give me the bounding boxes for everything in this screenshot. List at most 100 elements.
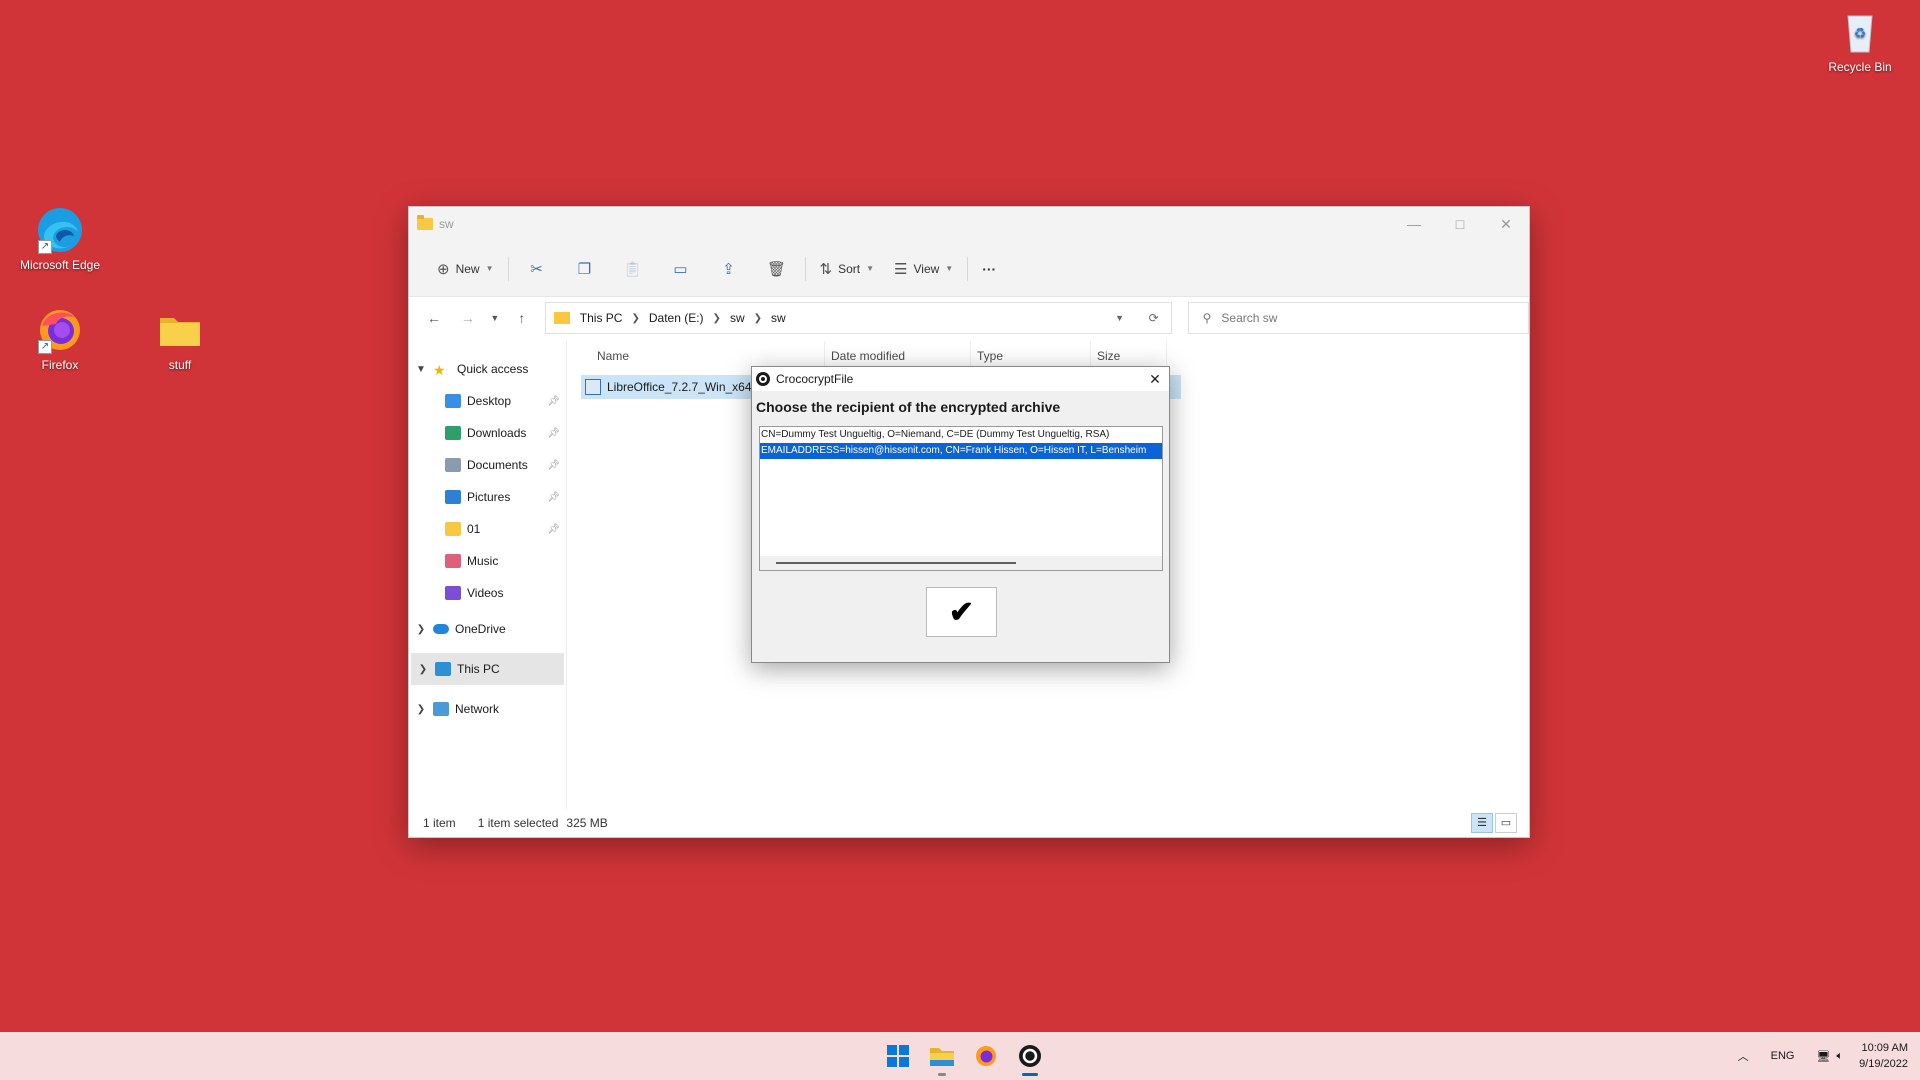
desktop-icon-firefox[interactable]: ↗ Firefox — [10, 306, 110, 372]
scrollbar-thumb[interactable] — [776, 562, 1016, 564]
item-count: 1 item — [423, 816, 456, 830]
breadcrumb-this-pc[interactable]: This PC — [580, 311, 623, 325]
chevron-right-icon[interactable]: ❯ — [713, 313, 721, 324]
taskbar: ︿ ENG 🖥︎ 🔈︎ 10:09 AM 9/19/2022 — [0, 1032, 1920, 1080]
input-language[interactable]: ENG — [1771, 1050, 1795, 1062]
running-indicator-active — [1022, 1073, 1038, 1076]
search-placeholder: Search sw — [1221, 311, 1278, 325]
command-bar: ⊕ New ▼ ✂ ❐ 📋︎ ▭ ⇪ 🗑︎ ⇅ Sort ▼ ☰ View ▼ … — [409, 241, 1529, 297]
clock[interactable]: 10:09 AM 9/19/2022 — [1859, 1040, 1908, 1072]
sidebar-item-01[interactable]: 01 📌︎ — [409, 513, 566, 545]
chevron-down-icon[interactable]: ▼ — [409, 364, 433, 375]
breadcrumb-folder[interactable]: sw — [730, 311, 745, 325]
paste-button[interactable]: 📋︎ — [609, 260, 657, 278]
dialog-title: CrococryptFile — [776, 372, 854, 386]
crococrypt-logo-icon — [1019, 1045, 1041, 1067]
view-button[interactable]: ☰ View ▼ — [884, 253, 963, 285]
refresh-icon[interactable]: ⟳ — [1137, 311, 1171, 325]
details-view-icon[interactable]: ☰ — [1471, 813, 1493, 833]
sidebar-item-quick-access[interactable]: ▼ ★ Quick access — [409, 353, 566, 385]
view-list-icon: ☰ — [894, 260, 908, 278]
more-icon: ··· — [982, 260, 997, 277]
desktop-icon-label: Recycle Bin — [1828, 60, 1892, 74]
sidebar-item-this-pc[interactable]: ❯ This PC — [411, 653, 564, 685]
breadcrumb-current[interactable]: sw — [771, 311, 786, 325]
chevron-right-icon[interactable]: ❯ — [754, 313, 762, 324]
horizontal-scrollbar[interactable] — [760, 556, 1162, 570]
recipient-option-selected[interactable]: EMAILADDRESS=hissen@hissenit.com, CN=Fra… — [760, 443, 1162, 459]
sidebar-item-documents[interactable]: Documents 📌︎ — [409, 449, 566, 481]
maximize-button[interactable]: □ — [1437, 207, 1483, 241]
chevron-right-icon[interactable]: ❯ — [409, 704, 433, 715]
share-button[interactable]: ⇪ — [705, 260, 753, 278]
firefox-icon — [976, 1046, 996, 1066]
sidebar-item-label: Network — [455, 702, 500, 716]
sidebar-item-label: Videos — [467, 586, 504, 600]
pin-icon[interactable]: 📌︎ — [547, 396, 560, 407]
edge-icon: ↗ — [36, 206, 84, 254]
taskbar-crococryptfile[interactable] — [1008, 1034, 1052, 1078]
back-arrow-icon[interactable]: ← — [417, 310, 451, 326]
breadcrumb-drive[interactable]: Daten (E:) — [649, 311, 704, 325]
dialog-titlebar[interactable]: CrococryptFile ✕ — [752, 367, 1169, 391]
chevron-right-icon[interactable]: ❯ — [631, 313, 639, 324]
taskbar-file-explorer[interactable] — [920, 1034, 964, 1078]
minimize-button[interactable]: — — [1391, 207, 1437, 241]
desktop-icon-label: Microsoft Edge — [19, 258, 101, 272]
star-icon: ★ — [433, 362, 446, 378]
pin-icon[interactable]: 📌︎ — [547, 524, 560, 535]
shortcut-arrow-icon: ↗ — [38, 340, 52, 354]
sidebar-item-network[interactable]: ❯ Network — [409, 693, 566, 725]
confirm-button[interactable]: ✔ — [926, 587, 997, 637]
new-button[interactable]: ⊕ New ▼ — [427, 253, 504, 285]
sidebar-item-label: Desktop — [467, 394, 512, 408]
forward-arrow-icon[interactable]: → — [451, 310, 485, 326]
sidebar-item-label: This PC — [457, 662, 500, 676]
chevron-right-icon[interactable]: ❯ — [409, 624, 433, 635]
copy-icon: ❐ — [577, 260, 592, 278]
scissors-icon: ✂ — [530, 260, 543, 278]
volume-icon[interactable]: 🔈︎ — [1836, 1050, 1843, 1063]
pin-icon[interactable]: 📌︎ — [547, 460, 560, 471]
sidebar-item-label: OneDrive — [455, 622, 506, 636]
sidebar-item-music[interactable]: Music — [409, 545, 566, 577]
start-button[interactable] — [876, 1034, 920, 1078]
rename-button[interactable]: ▭ — [657, 260, 705, 278]
address-bar[interactable]: This PC ❯ Daten (E:) ❯ sw ❯ sw ▼ ⟳ — [544, 302, 1172, 334]
up-arrow-icon[interactable]: ↑ — [505, 310, 539, 326]
taskbar-firefox[interactable] — [964, 1034, 1008, 1078]
sidebar-item-videos[interactable]: Videos — [409, 577, 566, 609]
sort-button[interactable]: ⇅ Sort ▼ — [810, 253, 885, 285]
sidebar-item-pictures[interactable]: Pictures 📌︎ — [409, 481, 566, 513]
chevron-right-icon[interactable]: ❯ — [411, 664, 435, 675]
desktop-icon-stuff[interactable]: stuff — [130, 306, 230, 372]
search-input[interactable]: ⚲ Search sw — [1187, 302, 1530, 334]
show-hidden-icons-chevron-icon[interactable]: ︿ — [1738, 1048, 1749, 1064]
network-status-icon[interactable]: 🖥︎ — [1816, 1050, 1830, 1063]
delete-button[interactable]: 🗑︎ — [753, 260, 801, 278]
copy-button[interactable]: ❐ — [561, 260, 609, 278]
address-dropdown-icon[interactable]: ▼ — [1103, 313, 1137, 323]
desktop-icon — [445, 394, 461, 408]
sidebar-item-desktop[interactable]: Desktop 📌︎ — [409, 385, 566, 417]
close-button[interactable]: ✕ — [1483, 207, 1529, 241]
system-tray: ︿ ENG 🖥︎ 🔈︎ 10:09 AM 9/19/2022 — [1724, 1032, 1908, 1080]
sidebar-item-downloads[interactable]: Downloads 📌︎ — [409, 417, 566, 449]
dialog-close-button[interactable]: ✕ — [1141, 371, 1169, 388]
recipient-option[interactable]: CN=Dummy Test Ungueltig, O=Niemand, C=DE… — [760, 427, 1162, 443]
network-icon — [433, 702, 449, 716]
recipient-list[interactable]: CN=Dummy Test Ungueltig, O=Niemand, C=DE… — [759, 426, 1163, 571]
pin-icon[interactable]: 📌︎ — [547, 428, 560, 439]
tiles-view-icon[interactable]: ▭ — [1495, 813, 1517, 833]
clock-date: 9/19/2022 — [1859, 1058, 1908, 1070]
pin-icon[interactable]: 📌︎ — [547, 492, 560, 503]
sidebar-item-onedrive[interactable]: ❯ OneDrive — [409, 613, 566, 645]
window-titlebar[interactable]: sw — □ ✕ — [409, 207, 1529, 241]
desktop-icon-edge[interactable]: ↗ Microsoft Edge — [10, 206, 110, 272]
desktop-icon-recycle-bin[interactable]: ♻ Recycle Bin — [1810, 8, 1910, 74]
cut-button[interactable]: ✂ — [513, 260, 561, 278]
search-icon: ⚲ — [1202, 311, 1212, 325]
plus-icon: ⊕ — [437, 260, 450, 278]
recent-locations-chevron-icon[interactable]: ▼ — [485, 313, 505, 323]
more-options-button[interactable]: ··· — [972, 253, 1006, 285]
